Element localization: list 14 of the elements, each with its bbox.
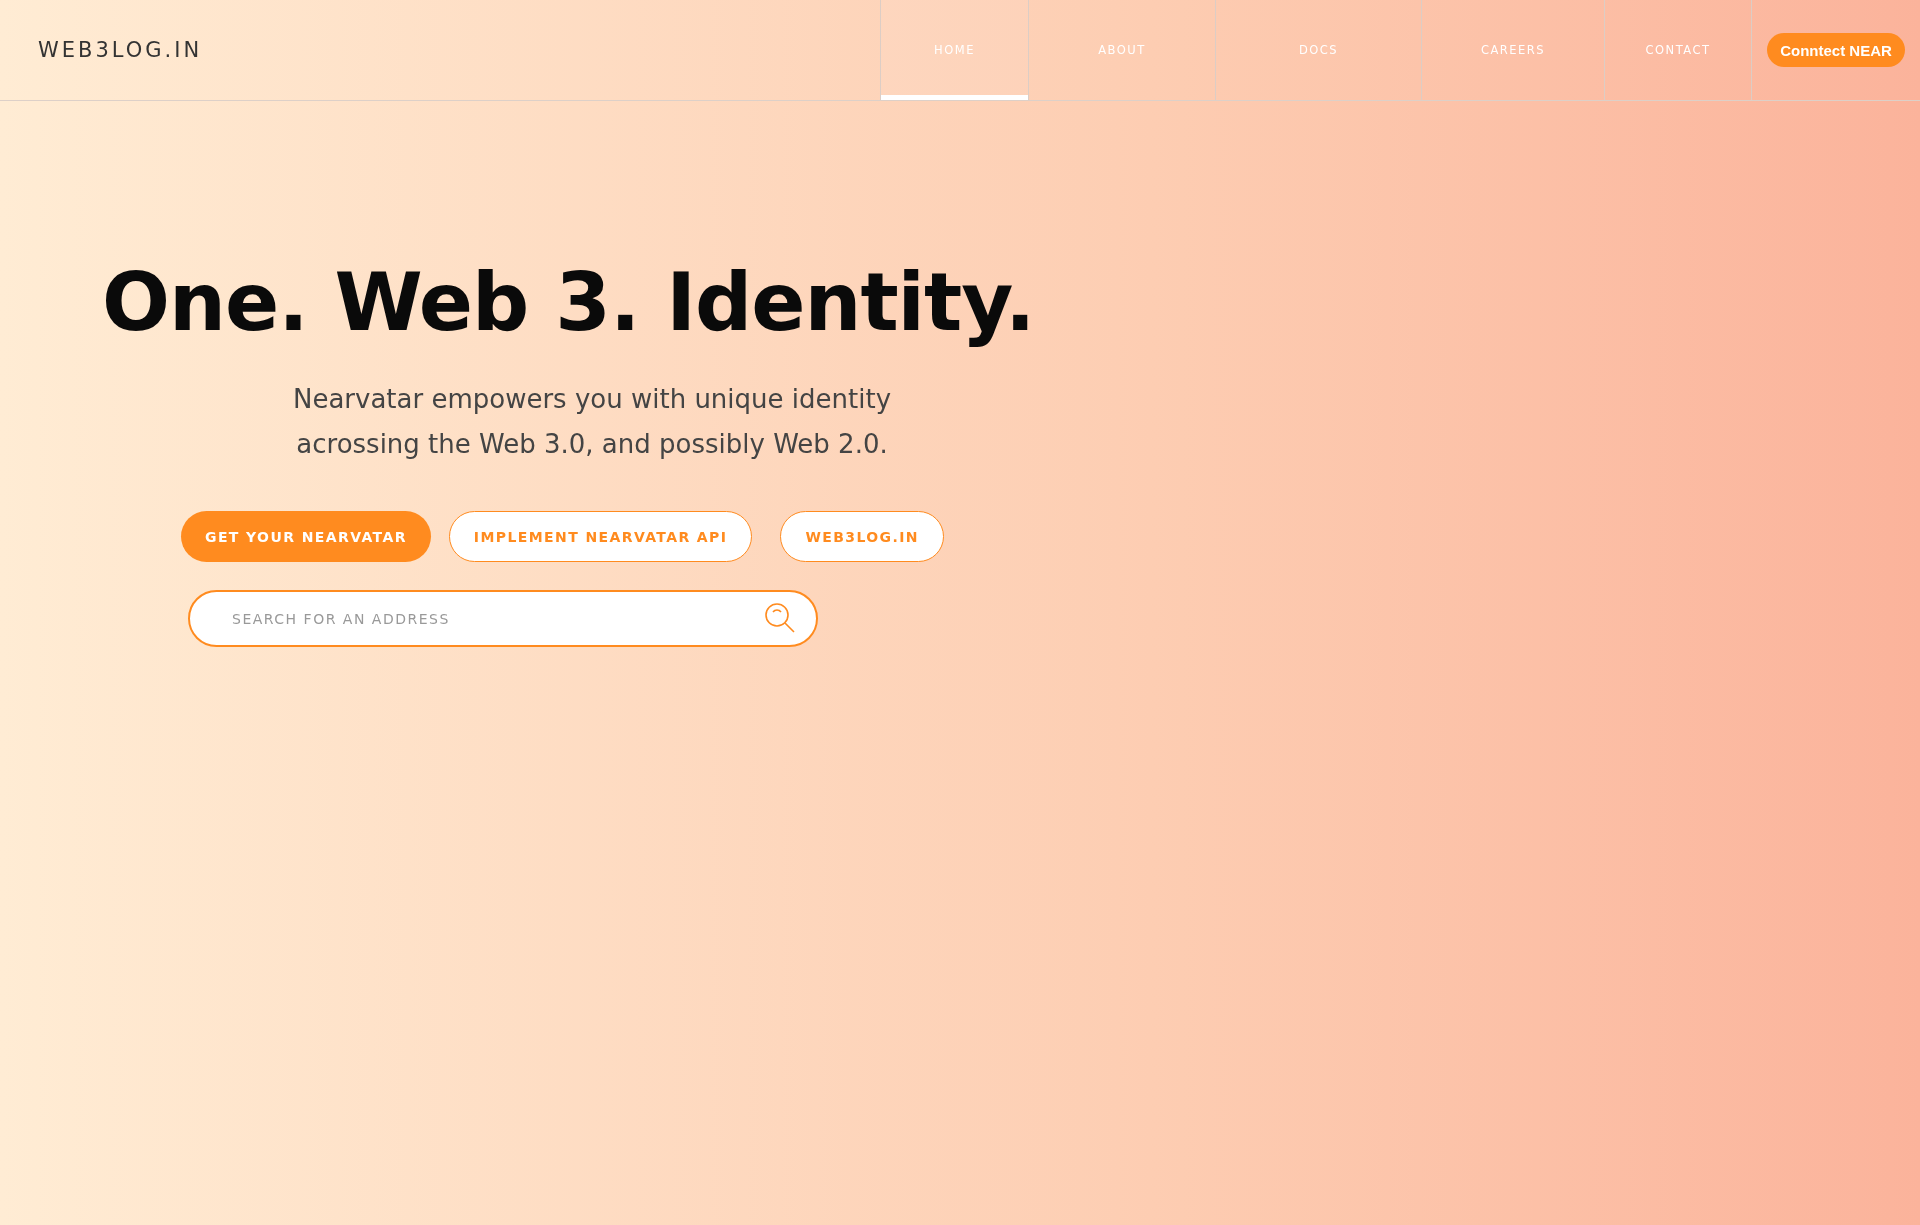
search-field[interactable]: SEARCH FOR AN ADDRESS	[188, 590, 818, 647]
action-button[interactable]: GET YOUR NEARVATAR	[181, 511, 431, 562]
nav-link[interactable]: CAREERS	[1421, 0, 1604, 100]
nav-link[interactable]: DOCS	[1215, 0, 1421, 100]
nav-link[interactable]: ABOUT	[1028, 0, 1215, 100]
action-button[interactable]: WEB3LOG.IN	[780, 511, 944, 562]
hero-subtitle: Nearvatar empowers you with unique identity acrossing the Web 3.0, and possibly Web 2.0.	[291, 383, 893, 461]
hero-title: One. Web 3. Identity.	[102, 256, 1036, 349]
site-logo[interactable]: WEB3LOG.IN	[0, 0, 880, 100]
search-icon[interactable]	[764, 602, 796, 634]
nav-link[interactable]: CONTACT	[1604, 0, 1751, 100]
nav-link[interactable]: HOME	[880, 0, 1028, 100]
action-button[interactable]: IMPLEMENT NEARVATAR API	[448, 511, 753, 562]
connect-button[interactable]: Conntect NEAR	[1767, 33, 1905, 67]
